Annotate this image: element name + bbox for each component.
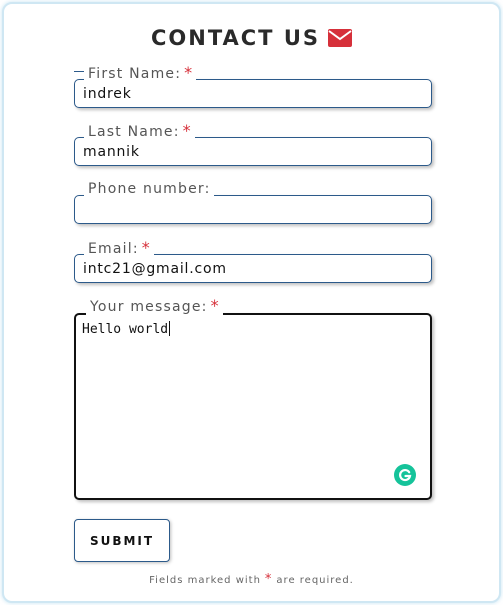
first-name-input[interactable]: indrek (74, 79, 432, 108)
required-asterisk: * (141, 238, 151, 257)
required-asterisk: * (184, 63, 194, 82)
last-name-label: Last Name: * (84, 123, 195, 140)
first-name-value: indrek (83, 86, 132, 102)
email-value: intc21@gmail.com (83, 261, 227, 277)
required-fields-note: Fields marked with * are required. (149, 572, 354, 587)
phone-input[interactable] (74, 195, 432, 224)
text-caret (169, 321, 171, 336)
form-title: CONTACT US (150, 26, 320, 50)
submit-button[interactable]: SUBMIT (74, 519, 170, 562)
message-textarea[interactable] (74, 313, 432, 500)
envelope-icon (328, 29, 352, 47)
form-header: CONTACT US (4, 26, 499, 50)
first-name-label: First Name: * (84, 63, 197, 82)
required-asterisk: * (182, 121, 192, 140)
email-label: Email: * (84, 240, 154, 257)
required-asterisk: * (264, 572, 273, 587)
grammarly-icon[interactable] (394, 464, 416, 486)
message-label: Your message: * (86, 298, 223, 315)
message-value: Hello world (82, 321, 171, 337)
last-name-input[interactable]: mannik (74, 137, 432, 166)
last-name-value: mannik (83, 144, 140, 160)
email-input[interactable]: intc21@gmail.com (74, 254, 432, 283)
phone-label: Phone number: (84, 181, 214, 197)
required-asterisk: * (210, 296, 220, 315)
